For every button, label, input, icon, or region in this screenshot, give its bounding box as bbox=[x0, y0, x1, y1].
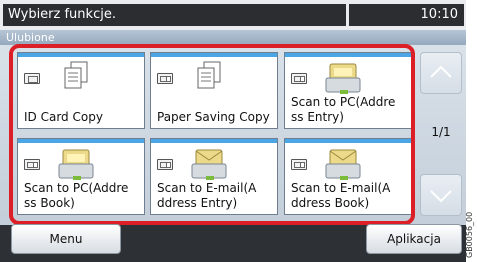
top-bar: Wybierz funkcje. 10:10 bbox=[0, 0, 466, 30]
scroll-down-button[interactable] bbox=[420, 174, 462, 216]
chevron-up-icon bbox=[430, 65, 452, 78]
screen-title: Wybierz funkcje. bbox=[3, 4, 346, 26]
selection-highlight bbox=[9, 44, 415, 225]
clock: 10:10 bbox=[349, 4, 464, 26]
figure-code: GB0056_00 bbox=[463, 208, 477, 262]
figure-code-text: GB0056_00 bbox=[465, 211, 474, 258]
page-indicator: 1/1 bbox=[431, 125, 451, 139]
menu-button[interactable]: Menu bbox=[11, 224, 121, 254]
section-title: Ulubione bbox=[0, 30, 466, 45]
page-scroller: 1/1 bbox=[420, 52, 462, 216]
chevron-down-icon bbox=[430, 190, 452, 203]
scroll-up-button[interactable] bbox=[420, 52, 462, 94]
application-button[interactable]: Aplikacja bbox=[366, 224, 462, 254]
